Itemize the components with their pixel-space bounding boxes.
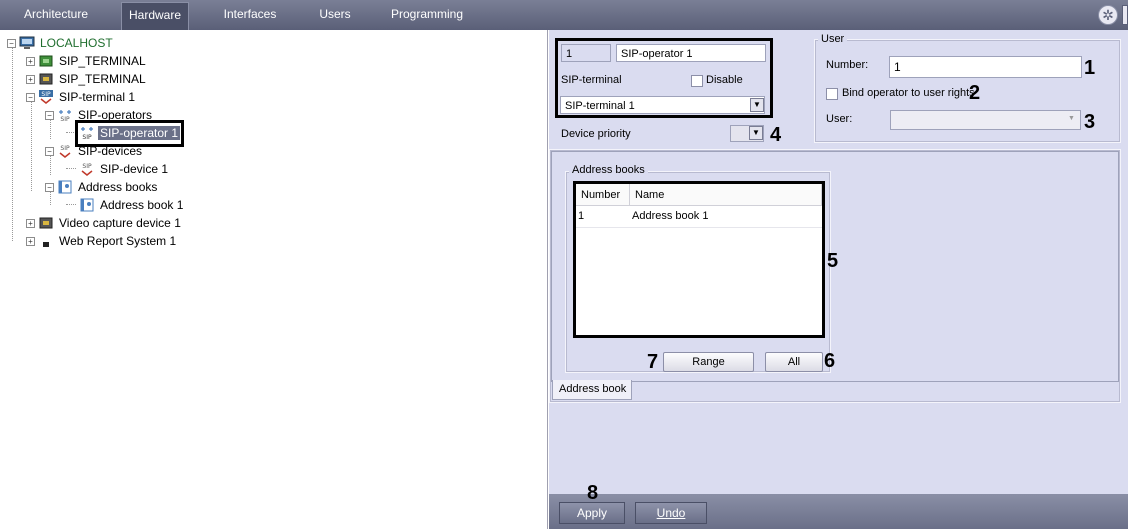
range-button[interactable]: Range	[663, 352, 754, 372]
callout-5: 5	[827, 250, 839, 272]
address-books-table: Number Name 1 Address book 1	[573, 181, 825, 338]
properties-panel: 1 SIP-operator 1 SIP-terminal Disable SI…	[549, 30, 1128, 529]
bind-rights-checkbox[interactable]	[826, 88, 838, 100]
tree-root-label: LOCALHOST	[40, 36, 113, 50]
column-header-number[interactable]: Number	[576, 184, 630, 206]
tree-item-sip-terminal-1[interactable]: − SIP SIP-terminal 1	[26, 88, 137, 106]
expand-icon[interactable]: +	[26, 74, 35, 84]
callout-7: 7	[647, 351, 659, 373]
address-book-icon	[79, 198, 95, 212]
object-id-field[interactable]: 1	[561, 44, 611, 62]
disable-checkbox[interactable]	[691, 75, 703, 87]
tab-address-book[interactable]: Address book	[552, 380, 632, 400]
svg-text:SIP: SIP	[82, 163, 92, 170]
user-group-title: User	[818, 33, 848, 45]
chevron-down-icon[interactable]: ▼	[1068, 115, 1075, 122]
table-cell-number[interactable]: 1	[576, 207, 630, 225]
expand-icon[interactable]: +	[26, 218, 35, 228]
collapse-icon[interactable]: −	[26, 92, 35, 102]
tree-item-sip-devices[interactable]: − SIP SIP-devices	[45, 142, 144, 160]
device-priority-label: Device priority	[561, 128, 631, 140]
web-report-icon	[38, 234, 54, 248]
tree-item-label: Web Report System 1	[59, 234, 177, 248]
tree-item-label: SIP-device 1	[100, 162, 169, 176]
apply-button[interactable]: Apply	[559, 502, 625, 524]
sip-device-icon: SIP	[79, 162, 95, 176]
tree-item-sip-terminal-a[interactable]: + SIP_TERMINAL	[26, 52, 148, 70]
sip-terminal-icon	[38, 54, 54, 68]
tree-item-label: Address book 1	[100, 198, 184, 212]
row-divider	[576, 227, 822, 228]
expand-icon[interactable]: +	[26, 56, 35, 66]
tree-item-label: Address books	[78, 180, 158, 194]
top-tab-bar: Architecture Hardware Interfaces Users P…	[0, 0, 1128, 30]
svg-text:SIP: SIP	[60, 116, 70, 122]
tree-item-web-report[interactable]: + Web Report System 1	[26, 232, 178, 250]
tree-item-label: SIP-devices	[78, 144, 143, 158]
user-label: User:	[826, 113, 853, 125]
all-button[interactable]: All	[765, 352, 823, 372]
sip-icon: SIP	[38, 90, 54, 104]
address-books-title: Address books	[569, 164, 648, 176]
tab-programming[interactable]: Programming	[386, 2, 468, 30]
svg-text:SIP: SIP	[41, 91, 51, 98]
tree-item-video-capture[interactable]: + Video capture device 1	[26, 214, 183, 232]
tree-item-sip-device-1[interactable]: SIP SIP-device 1	[79, 160, 170, 178]
gear-icon[interactable]: ✲	[1098, 5, 1118, 25]
collapse-icon[interactable]: −	[7, 38, 16, 48]
tab-interfaces[interactable]: Interfaces	[214, 2, 286, 30]
chevron-down-icon[interactable]: ▼	[749, 126, 763, 140]
sip-terminal-select[interactable]: SIP-terminal 1	[560, 96, 765, 114]
collapse-icon[interactable]: −	[45, 110, 54, 120]
window-edge-button[interactable]	[1122, 5, 1128, 25]
user-select[interactable]	[890, 110, 1081, 130]
expand-icon[interactable]: +	[26, 236, 35, 246]
video-capture-icon	[38, 216, 54, 230]
address-books-icon	[57, 180, 73, 194]
tree-item-label: Video capture device 1	[59, 216, 181, 230]
user-number-field[interactable]: 1	[889, 56, 1082, 78]
table-cell-name[interactable]: Address book 1	[630, 207, 822, 225]
chevron-down-icon[interactable]: ▼	[750, 98, 764, 112]
bind-rights-label: Bind operator to user rights	[842, 87, 975, 99]
hardware-tree: − LOCALHOST + SIP_TERMINAL + SIP_TERMINA…	[0, 30, 548, 529]
callout-1: 1	[1084, 57, 1096, 79]
sip-terminal-icon	[38, 72, 54, 86]
tree-item-label: SIP-terminal 1	[59, 90, 136, 104]
callout-6: 6	[824, 350, 836, 372]
undo-button[interactable]: Undo	[635, 502, 707, 524]
callout-3: 3	[1084, 111, 1096, 133]
tab-users[interactable]: Users	[310, 2, 360, 30]
bottom-bar: Apply Undo	[549, 494, 1128, 529]
tree-item-label: SIP_TERMINAL	[59, 54, 146, 68]
computer-icon	[19, 36, 35, 50]
callout-4: 4	[770, 124, 782, 146]
number-label: Number:	[826, 59, 869, 71]
tree-item-address-book-1[interactable]: Address book 1	[79, 196, 185, 214]
tree-item-sip-terminal-b[interactable]: + SIP_TERMINAL	[26, 70, 148, 88]
tree-item-localhost[interactable]: − LOCALHOST	[7, 34, 115, 52]
tree-item-label: SIP_TERMINAL	[59, 72, 146, 86]
callout-8: 8	[587, 482, 599, 504]
tab-hardware[interactable]: Hardware	[121, 2, 189, 30]
tree-item-address-books[interactable]: − Address books	[45, 178, 159, 196]
object-name-field[interactable]: SIP-operator 1	[616, 44, 766, 62]
collapse-icon[interactable]: −	[45, 146, 54, 156]
svg-text:SIP: SIP	[60, 145, 70, 152]
disable-label: Disable	[706, 74, 743, 86]
sip-terminal-label: SIP-terminal	[561, 74, 622, 86]
callout-2: 2	[969, 82, 981, 104]
tab-architecture[interactable]: Architecture	[14, 2, 98, 30]
column-header-name[interactable]: Name	[630, 184, 822, 206]
sip-operators-icon: SIP	[57, 108, 73, 123]
collapse-icon[interactable]: −	[45, 182, 54, 192]
sip-devices-icon: SIP	[57, 144, 73, 158]
